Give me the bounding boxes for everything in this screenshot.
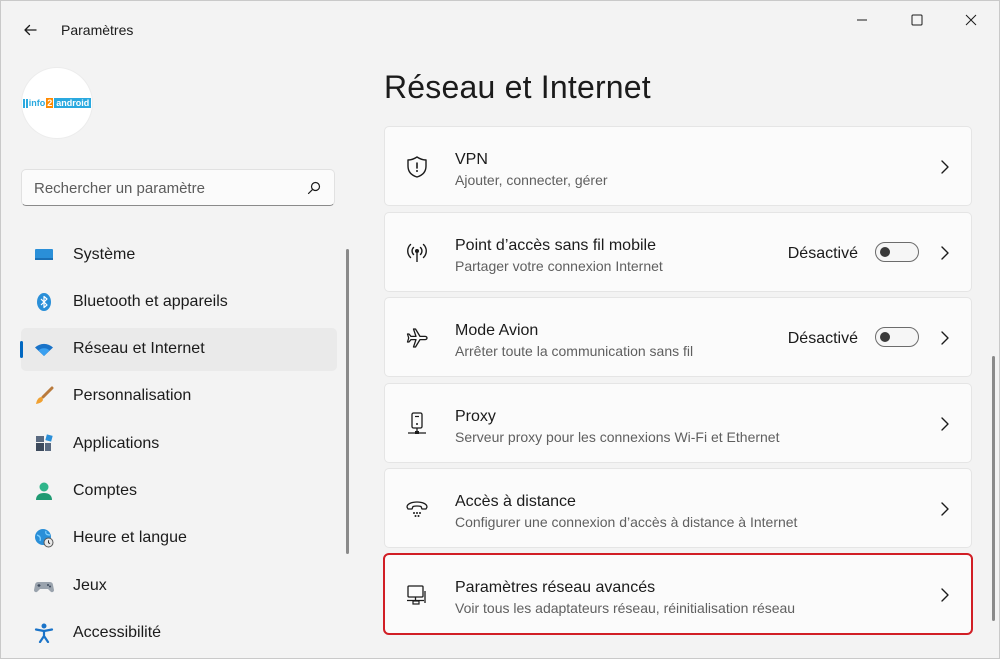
airplane-mode-toggle[interactable]	[875, 327, 919, 347]
hotspot-icon	[405, 241, 429, 265]
avatar[interactable]: info 2 android	[22, 68, 92, 138]
minimize-button[interactable]	[839, 7, 885, 33]
info2android-logo: info 2 android	[22, 98, 92, 108]
dialup-icon	[405, 497, 429, 521]
card-subtitle: Voir tous les adaptateurs réseau, réinit…	[455, 599, 796, 616]
toggle-state-label: Désactivé	[787, 244, 858, 262]
sidebar-item-label: Heure et langue	[73, 529, 187, 547]
chevron-right-icon	[939, 499, 951, 519]
sidebar-item-personnalisation[interactable]: Personnalisation	[21, 375, 337, 418]
sidebar-item-jeux[interactable]: Jeux	[21, 564, 337, 607]
sidebar-item-label: Applications	[73, 434, 160, 452]
chevron-right-icon	[939, 585, 951, 605]
sidebar-item-label: Bluetooth et appareils	[73, 292, 228, 310]
card-title: Proxy	[455, 407, 496, 425]
card-subtitle: Serveur proxy pour les connexions Wi-Fi …	[455, 428, 780, 445]
logo-text-2: 2	[46, 98, 54, 108]
back-arrow-icon	[24, 24, 37, 36]
paintbrush-icon	[34, 386, 54, 406]
sidebar-item-applications[interactable]: Applications	[21, 422, 337, 465]
globe-clock-icon	[34, 528, 54, 548]
airplane-icon	[405, 326, 429, 350]
accessibility-icon	[34, 623, 54, 643]
wifi-icon	[34, 339, 54, 359]
bluetooth-icon	[34, 292, 54, 312]
gamepad-icon	[34, 576, 54, 596]
logo-text-android: android	[54, 98, 92, 108]
monitor-icon	[34, 245, 54, 265]
sidebar-item-label: Système	[73, 245, 136, 263]
sidebar-item-heure-langue[interactable]: Heure et langue	[21, 517, 337, 560]
maximize-button[interactable]	[894, 7, 940, 33]
card-subtitle: Partager votre connexion Internet	[455, 257, 663, 274]
mobile-hotspot-toggle[interactable]	[875, 241, 919, 262]
settings-window: Paramètres info 2 android Système	[0, 0, 1000, 659]
title-bar: Paramètres	[1, 1, 999, 61]
close-button[interactable]	[948, 7, 994, 33]
network-computer-icon	[405, 583, 429, 607]
search-box	[21, 169, 335, 206]
sidebar-item-systeme[interactable]: Système	[21, 233, 337, 276]
search-icon[interactable]	[306, 180, 322, 196]
setting-card-dial-up[interactable]: Accès à distance Configurer une connexio…	[384, 468, 972, 548]
chevron-right-icon	[939, 243, 951, 263]
toggle-knob	[880, 332, 890, 342]
setting-card-vpn[interactable]: VPN Ajouter, connecter, gérer	[384, 126, 972, 206]
sidebar-nav: Système Bluetooth et appareils Réseau et…	[20, 233, 337, 658]
settings-list: VPN Ajouter, connecter, gérer Point d’ac…	[383, 126, 973, 639]
app-title: Paramètres	[61, 22, 134, 38]
apps-icon	[34, 434, 54, 454]
card-title: Point d’accès sans fil mobile	[455, 236, 656, 254]
sidebar-item-comptes[interactable]: Comptes	[21, 469, 337, 512]
setting-card-airplane-mode[interactable]: Mode Avion Arrêter toute la communicatio…	[384, 297, 972, 377]
close-icon	[965, 14, 977, 26]
card-title: VPN	[455, 151, 488, 168]
toggle-state-label: Désactivé	[787, 330, 858, 347]
chevron-right-icon	[939, 328, 951, 348]
sidebar-item-accessibilite[interactable]: Accessibilité	[21, 611, 337, 654]
sidebar-item-label: Comptes	[73, 481, 138, 499]
page-title: Réseau et Internet	[384, 69, 651, 105]
card-title: Accès à distance	[455, 493, 576, 510]
card-subtitle: Ajouter, connecter, gérer	[455, 172, 608, 188]
logo-text-info: info	[28, 98, 46, 108]
card-title: Mode Avion	[455, 322, 539, 339]
shield-icon	[405, 155, 429, 179]
sidebar-item-label: Réseau et Internet	[73, 340, 205, 358]
chevron-right-icon	[939, 157, 951, 177]
sidebar-item-label: Personnalisation	[73, 387, 192, 405]
sidebar-item-label: Jeux	[73, 576, 107, 594]
card-subtitle: Arrêter toute la communication sans fil	[455, 343, 694, 359]
sidebar-item-bluetooth[interactable]: Bluetooth et appareils	[21, 280, 337, 323]
chevron-right-icon	[939, 414, 951, 434]
toggle-knob	[880, 246, 890, 257]
person-icon	[34, 481, 54, 501]
search-input[interactable]	[34, 178, 294, 198]
card-subtitle: Configurer une connexion d’accès à dista…	[455, 514, 798, 530]
back-button[interactable]	[15, 15, 45, 45]
setting-card-advanced-network[interactable]: Paramètres réseau avancés Voir tous les …	[383, 552, 973, 635]
setting-card-proxy[interactable]: Proxy Serveur proxy pour les connexions …	[384, 382, 972, 463]
main-scrollbar[interactable]	[992, 356, 995, 621]
maximize-icon	[911, 14, 923, 26]
proxy-icon	[405, 411, 429, 436]
sidebar-item-reseau[interactable]: Réseau et Internet	[20, 327, 337, 371]
minimize-icon	[857, 19, 867, 21]
sidebar-scrollbar[interactable]	[346, 249, 349, 554]
card-title: Paramètres réseau avancés	[455, 578, 656, 596]
setting-card-mobile-hotspot[interactable]: Point d’accès sans fil mobile Partager v…	[384, 211, 972, 292]
sidebar-item-label: Accessibilité	[73, 623, 162, 641]
